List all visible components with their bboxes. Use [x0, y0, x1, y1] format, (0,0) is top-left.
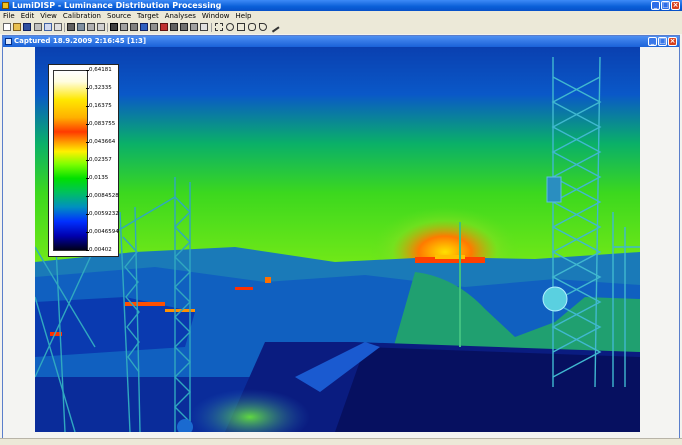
scale-label: 0,0135 [89, 175, 109, 181]
calibration-icon[interactable] [130, 23, 138, 31]
scale-label: 0,083755 [89, 121, 116, 127]
print-icon[interactable] [34, 23, 42, 31]
polygon-icon[interactable] [259, 23, 267, 31]
close-button[interactable]: × [671, 1, 680, 10]
toolbar [0, 21, 682, 35]
menu-view[interactable]: View [37, 11, 60, 21]
app-icon [2, 2, 9, 9]
toolbar-separator [211, 23, 212, 32]
menu-window[interactable]: Window [199, 11, 233, 21]
sequence-icon[interactable] [87, 23, 95, 31]
camera-icon[interactable] [110, 23, 118, 31]
dish-antenna [542, 286, 568, 312]
scale-label: 0,0084528 [89, 193, 119, 199]
report-icon[interactable] [180, 23, 188, 31]
select-icon[interactable] [215, 23, 223, 31]
settings-icon[interactable] [97, 23, 105, 31]
document-title: Captured 18.9.2009 2:16:45 [1:3] [14, 37, 147, 45]
menu-calibration[interactable]: Calibration [60, 11, 104, 21]
document-window: Captured 18.9.2009 2:16:45 [1:3] _ □ × 0… [2, 35, 680, 439]
menu-target[interactable]: Target [134, 11, 162, 21]
menu-file[interactable]: File [0, 11, 18, 21]
copy-icon[interactable] [44, 23, 52, 31]
grid-icon[interactable] [120, 23, 128, 31]
save-icon[interactable] [23, 23, 31, 31]
scale-label: 0,02357 [89, 157, 112, 163]
menu-edit[interactable]: Edit [18, 11, 38, 21]
toolbar-separator [107, 23, 108, 32]
toolbar-separator [64, 23, 65, 32]
menu-source[interactable]: Source [104, 11, 134, 21]
scale-label: 0,16375 [89, 103, 112, 109]
zoom-icon[interactable] [226, 23, 234, 31]
document-close-button[interactable]: × [668, 37, 677, 46]
help-icon[interactable] [200, 23, 208, 31]
tools-icon[interactable] [190, 23, 198, 31]
scale-label: 0,00402 [89, 247, 112, 253]
new-icon[interactable] [3, 23, 11, 31]
histogram-icon[interactable] [150, 23, 158, 31]
color-scale-bar [53, 70, 88, 251]
open-icon[interactable] [13, 23, 21, 31]
scale-label: 0,0046594 [89, 229, 119, 235]
application-window: LumiDISP - Luminance Distribution Proces… [0, 0, 682, 445]
maximize-button[interactable]: □ [661, 1, 670, 10]
export-icon[interactable] [170, 23, 178, 31]
window-title: LumiDISP - Luminance Distribution Proces… [12, 1, 222, 10]
menu-analyses[interactable]: Analyses [162, 11, 199, 21]
luminance-icon[interactable] [140, 23, 148, 31]
rectangle-icon[interactable] [237, 23, 245, 31]
capture-icon[interactable] [77, 23, 85, 31]
paste-icon[interactable] [54, 23, 62, 31]
scale-label: 0,043664 [89, 139, 116, 145]
camera-icon[interactable] [67, 23, 75, 31]
document-icon [5, 38, 12, 45]
false-color-scale: 0,64181 0,32335 0,16375 0,083755 0,04366… [48, 64, 119, 257]
false-color-icon[interactable] [160, 23, 168, 31]
document-maximize-button[interactable]: □ [658, 37, 667, 46]
window-title-bar[interactable]: LumiDISP - Luminance Distribution Proces… [0, 0, 682, 11]
false-color-photo [35, 47, 640, 432]
luminance-map-image[interactable]: 0,64181 0,32335 0,16375 0,083755 0,04366… [35, 47, 640, 432]
document-minimize-button[interactable]: _ [648, 37, 657, 46]
scale-label: 0,0059232 [89, 211, 119, 217]
menu-bar: File Edit View Calibration Source Target Analy… [0, 11, 682, 21]
line-icon[interactable] [268, 21, 280, 33]
scale-label: 0,32335 [89, 85, 112, 91]
image-viewport: 0,64181 0,32335 0,16375 0,083755 0,04366… [3, 47, 679, 438]
minimize-button[interactable]: _ [651, 1, 660, 10]
ellipse-icon[interactable] [248, 23, 256, 31]
document-title-bar[interactable]: Captured 18.9.2009 2:16:45 [1:3] _ □ × [3, 36, 679, 47]
scale-label: 0,64181 [89, 67, 112, 73]
menu-help[interactable]: Help [233, 11, 255, 21]
